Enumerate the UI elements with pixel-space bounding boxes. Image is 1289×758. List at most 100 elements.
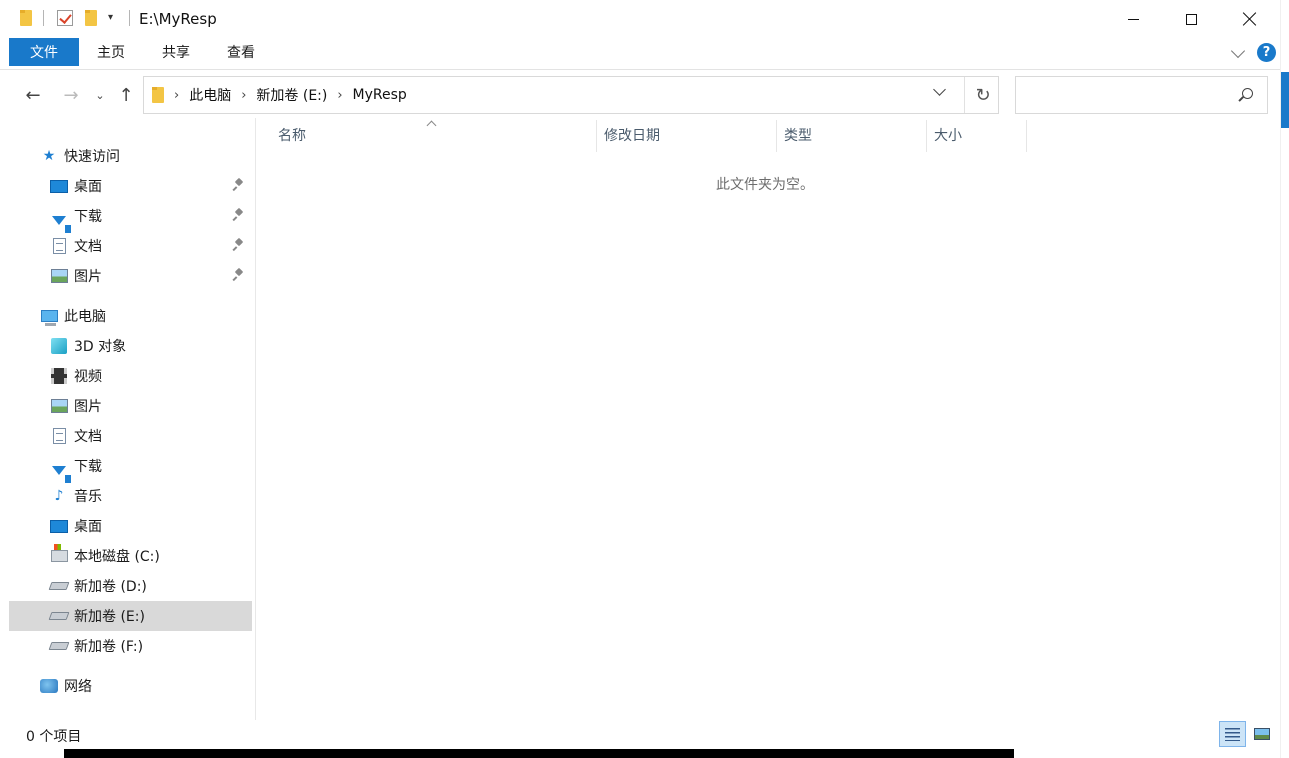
nav-drive-d[interactable]: 新加卷 (D:) [9,571,252,601]
nav-this-pc[interactable]: 此电脑 [9,301,252,331]
nav-quick-downloads[interactable]: 下载 [9,201,252,233]
forward-button[interactable]: → [58,82,84,108]
nav-drive-e[interactable]: 新加卷 (E:) [9,601,252,631]
maximize-icon [1185,13,1197,25]
nav-label: 3D 对象 [74,339,127,355]
search-box[interactable] [1015,76,1268,114]
nav-quick-access[interactable]: ★ 快速访问 [9,141,252,171]
system-drive-icon [50,544,68,564]
details-view-button[interactable] [1219,721,1246,747]
column-divider[interactable] [596,120,597,152]
search-input[interactable] [1022,83,1232,107]
desktop-icon [50,518,68,534]
nav-label: 本地磁盘 (C:) [74,549,160,565]
download-icon [50,458,71,483]
nav-label: 快速访问 [64,149,120,165]
background-window-accent [1281,72,1289,128]
item-count: 0 个项目 [26,729,82,745]
cube-icon [50,338,68,354]
nav-desktop[interactable]: 桌面 [9,511,252,541]
maximize-button[interactable] [1168,0,1214,38]
column-divider[interactable] [776,120,777,152]
customize-quick-access-icon[interactable]: ▾ [108,12,113,23]
chevron-right-icon[interactable]: › [174,88,179,103]
nav-3d-objects[interactable]: 3D 对象 [9,331,252,361]
nav-label: 网络 [64,679,92,695]
background-window-edge [1280,0,1289,758]
refresh-button[interactable]: ↻ [968,77,998,113]
nav-drive-c[interactable]: 本地磁盘 (C:) [9,541,252,571]
file-list[interactable]: 名称 修改日期 类型 大小 此文件夹为空。 [257,118,1280,720]
column-header-name[interactable]: 名称 [278,118,306,152]
chevron-right-icon[interactable]: › [337,88,342,103]
nav-label: 图片 [74,399,102,415]
close-button[interactable] [1227,0,1273,38]
breadcrumb-this-pc[interactable]: 此电脑 [189,85,231,105]
nav-music[interactable]: ♪ 音乐 [9,481,252,511]
minimize-icon [1127,18,1139,20]
chevron-down-icon: ⌄ [95,88,105,102]
column-header-date-modified[interactable]: 修改日期 [604,118,660,152]
large-icons-view-icon [1253,728,1270,740]
music-note-icon: ♪ [54,488,64,504]
nav-videos[interactable]: 视频 [9,361,252,391]
nav-quick-desktop[interactable]: 桌面 [9,171,252,201]
pin-icon[interactable] [235,209,243,221]
nav-label: 新加卷 (D:) [74,579,147,595]
expand-ribbon-icon[interactable] [1230,43,1246,59]
help-icon[interactable]: ? [1257,43,1276,62]
address-bar[interactable]: › 此电脑 › 新加卷 (E:) › MyResp ↻ [143,76,999,114]
nav-label: 视频 [74,369,102,385]
properties-icon[interactable] [57,10,73,26]
chevron-right-icon[interactable]: › [241,88,246,103]
nav-network[interactable]: 网络 [9,671,252,701]
pin-icon[interactable] [235,269,243,281]
nav-label: 新加卷 (E:) [74,609,145,625]
large-icons-view-button[interactable] [1248,721,1275,747]
address-dropdown-icon[interactable] [933,83,946,96]
window-title: E:\MyResp [139,10,217,28]
taskbar-edge [64,749,1014,758]
recent-locations-button[interactable]: ⌄ [91,82,109,108]
document-icon [50,238,68,254]
tab-home[interactable]: 主页 [82,38,140,66]
tab-share[interactable]: 共享 [147,38,205,66]
picture-icon [50,398,68,414]
document-icon [50,428,68,444]
column-header-size[interactable]: 大小 [934,118,962,152]
up-button[interactable]: ↑ [114,82,138,108]
minimize-button[interactable] [1110,0,1156,38]
search-icon[interactable] [1242,88,1253,99]
nav-quick-documents[interactable]: 文档 [9,231,252,261]
tab-file[interactable]: 文件 [9,38,79,66]
nav-label: 图片 [74,269,102,285]
nav-documents[interactable]: 文档 [9,421,252,451]
column-header-type[interactable]: 类型 [784,118,812,152]
breadcrumb-myresp[interactable]: MyResp [353,87,407,103]
nav-label: 下载 [74,209,102,225]
sort-ascending-icon [426,120,437,131]
desktop-icon [50,178,68,194]
pin-icon[interactable] [235,179,243,191]
details-view-icon [1225,727,1240,741]
navigation-pane: ★ 快速访问 桌面 下载 文档 图片 此电脑 3D 对象 视频 图片 文档 下载… [0,118,256,720]
folder-icon [20,10,32,26]
new-folder-icon[interactable] [85,10,97,26]
nav-drive-f[interactable]: 新加卷 (F:) [9,631,252,661]
tab-view[interactable]: 查看 [212,38,270,66]
arrow-up-icon: ↑ [118,84,134,106]
breadcrumb-drive-e[interactable]: 新加卷 (E:) [256,85,327,105]
refresh-icon: ↻ [975,84,991,106]
breadcrumb: › 此电脑 › 新加卷 (E:) › MyResp [152,77,407,113]
computer-icon [40,308,58,326]
column-divider[interactable] [1026,120,1027,152]
nav-quick-pictures[interactable]: 图片 [9,261,252,291]
column-divider[interactable] [926,120,927,152]
back-button[interactable]: ← [20,82,46,108]
nav-downloads[interactable]: 下载 [9,451,252,483]
nav-label: 此电脑 [64,309,106,325]
download-icon [50,208,71,233]
arrow-right-icon: → [63,84,79,106]
nav-pictures[interactable]: 图片 [9,391,252,421]
pin-icon[interactable] [235,239,243,251]
